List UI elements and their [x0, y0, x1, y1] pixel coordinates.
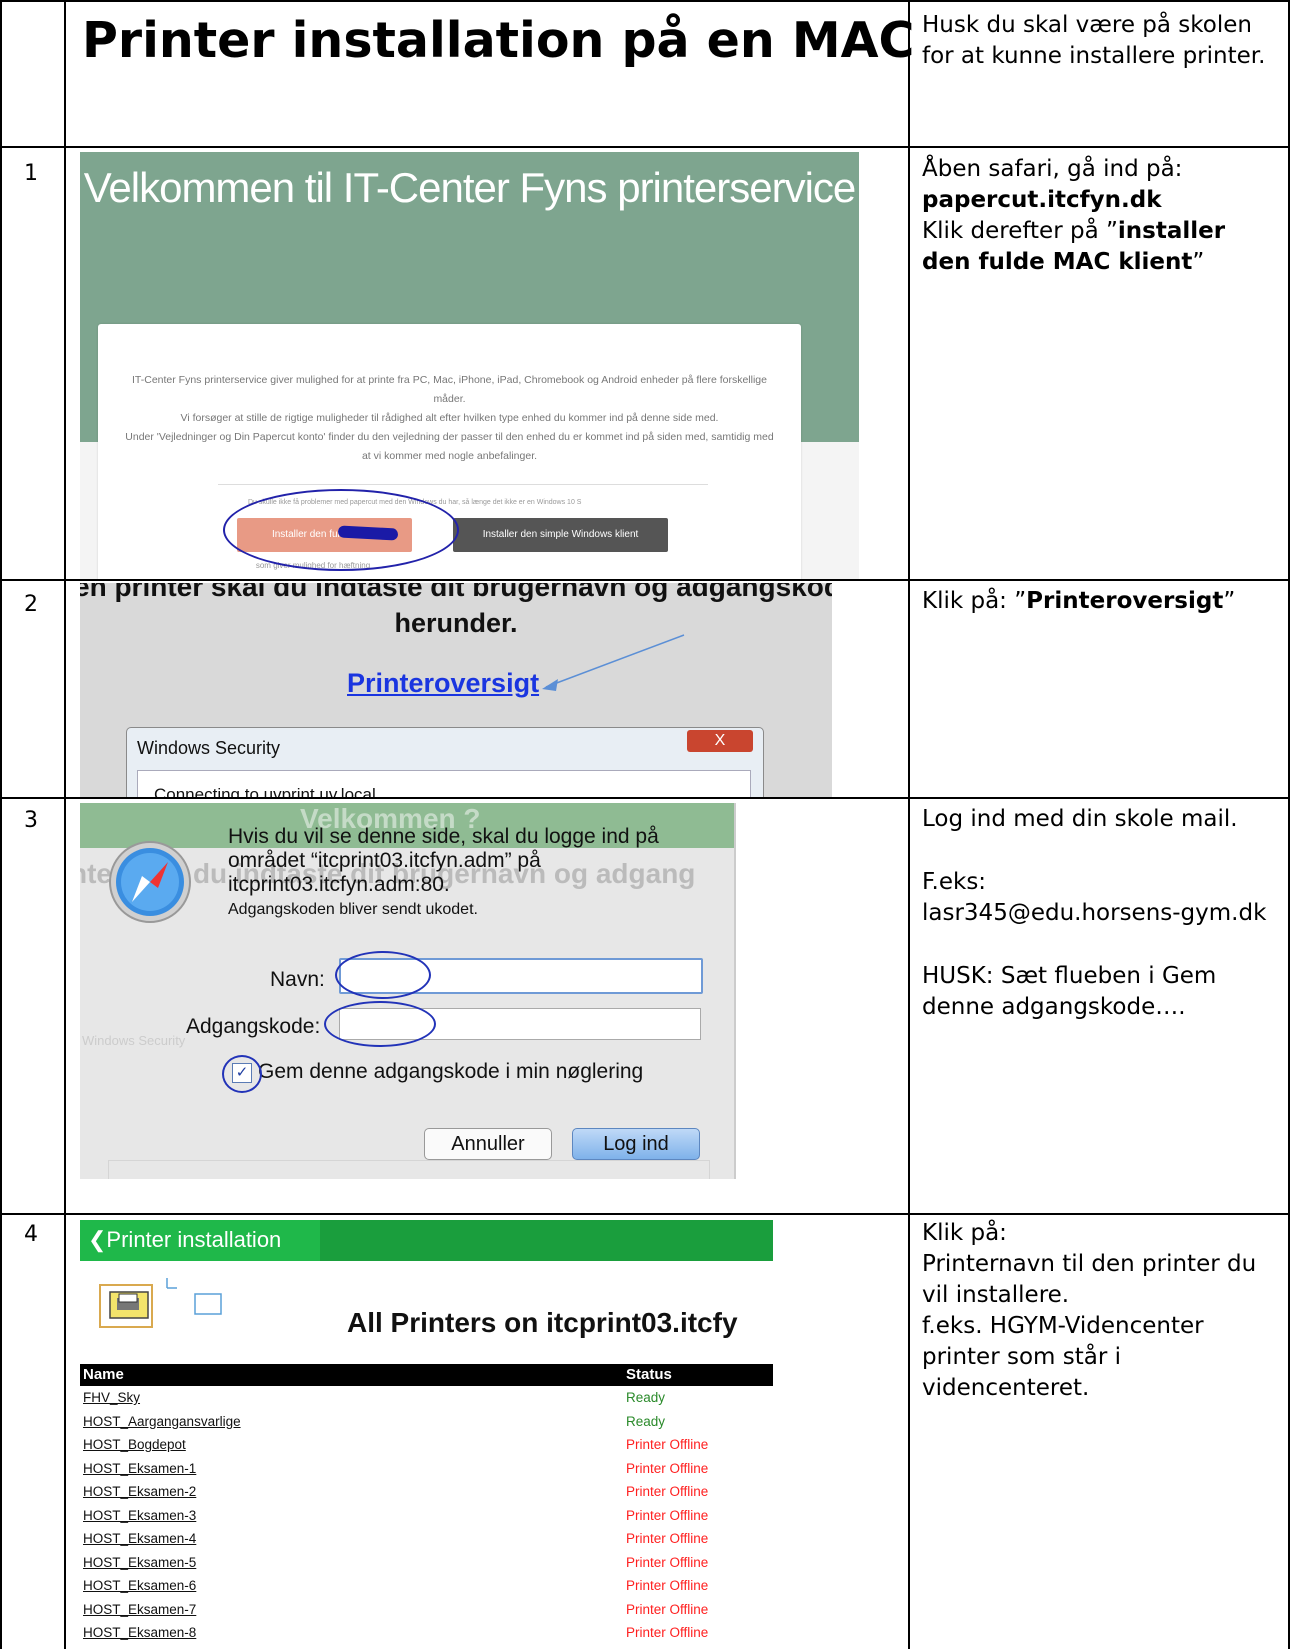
table-row: HOST_Eksamen-7 Printer Offline — [80, 1600, 773, 1624]
step-1-note: Åben safari, gå ind på: papercut.itcfyn.… — [922, 156, 1226, 275]
step-number: 3 — [24, 808, 38, 833]
step-number: 2 — [24, 592, 38, 617]
printer-status: Printer Offline — [626, 1484, 709, 1499]
safari-compass-icon — [109, 841, 191, 923]
background-box — [108, 1160, 710, 1179]
table-border — [0, 1213, 1289, 1215]
printer-status: Printer Offline — [626, 1507, 709, 1523]
table-border — [1288, 0, 1290, 1649]
welcome-heading: Velkommen til IT-Center Fyns printerserv… — [83, 164, 857, 211]
printer-status: Ready — [626, 1413, 666, 1429]
table-border — [0, 0, 2, 1649]
column-name: Name — [83, 1366, 124, 1383]
top-bar: ❮Printer installation — [80, 1220, 773, 1261]
install-simple-client-button[interactable]: Installer den simple Windows klient — [453, 518, 668, 552]
step-number: 4 — [24, 1222, 38, 1247]
highlight-circle — [335, 951, 431, 999]
background-text: Windows Security — [82, 1033, 186, 1048]
printer-name-link[interactable]: HOST_Eksamen-8 — [83, 1625, 196, 1640]
printer-status: Printer Offline — [626, 1554, 709, 1570]
printer-list-heading: All Printers on itcprint03.itcfy — [347, 1307, 738, 1338]
printer-status: Printer Offline — [626, 1531, 709, 1546]
screenshot-printeroversigt: en printer skal du indtaste dit brugerna… — [80, 583, 832, 797]
table-header: Name Status — [80, 1364, 773, 1386]
back-link[interactable]: ❮Printer installation — [88, 1227, 281, 1253]
printer-name-link[interactable]: HOST_Eksamen-2 — [83, 1484, 196, 1499]
printer-name-link[interactable]: HOST_Eksamen-4 — [83, 1531, 196, 1546]
step-2-note: Klik på: ”Printeroversigt” — [922, 588, 1236, 614]
instruction-document: Printer installation på en MAC Husk du s… — [0, 0, 1292, 1649]
table-row: HOST_Eksamen-2 Printer Offline — [80, 1482, 773, 1506]
table-border — [0, 797, 1289, 799]
printer-status: Printer Offline — [626, 1578, 709, 1593]
step-number: 1 — [24, 161, 38, 186]
screenshot-printer-list: ❮Printer installation All Printers on it… — [80, 1220, 773, 1649]
step-3-note: Log ind med din skole mail. F.eks: lasr3… — [922, 806, 1267, 1020]
table-row: HOST_Eksamen-5 Printer Offline — [80, 1553, 773, 1577]
step-4-note: Klik på: Printernavn til den printer du … — [922, 1220, 1257, 1401]
header-note: Husk du skal være på skolen for at kunne… — [922, 12, 1266, 69]
printer-table: FHV_Sky Ready HOST_Aargangansvarlige Ready H… — [80, 1388, 773, 1647]
table-border — [64, 0, 66, 1649]
table-row: HOST_Eksamen-6 Printer Offline — [80, 1576, 773, 1600]
printer-name-link[interactable]: HOST_Eksamen-5 — [83, 1555, 196, 1570]
table-border — [0, 579, 1289, 581]
table-border — [908, 0, 910, 1649]
remember-label: Gem denne adgangskode i min nøglering — [258, 1060, 644, 1083]
login-button[interactable]: Log ind — [572, 1128, 700, 1160]
printer-status: Printer Offline — [626, 1460, 709, 1476]
printer-name-link[interactable]: HOST_Eksamen-3 — [83, 1508, 196, 1523]
divider — [218, 484, 708, 485]
dialog-text: Connecting to uvprint.uv.local. — [154, 785, 381, 797]
printer-status: Printer Offline — [626, 1437, 709, 1452]
printer-status: Ready — [626, 1390, 666, 1405]
screenshot-papercut-welcome: Velkommen til IT-Center Fyns printerserv… — [80, 152, 859, 579]
table-row: HOST_Eksamen-4 Printer Offline — [80, 1529, 773, 1553]
intro-text: IT-Center Fyns printerservice giver muli… — [125, 374, 774, 462]
table-row: HOST_Bogdepot Printer Offline — [80, 1435, 773, 1459]
dialog-title: Windows Security — [137, 738, 281, 758]
name-label: Navn: — [270, 968, 325, 991]
close-icon[interactable]: X — [687, 730, 753, 752]
table-border — [0, 146, 1289, 148]
highlight-circle — [324, 1001, 436, 1047]
printer-name-link[interactable]: HOST_Eksamen-6 — [83, 1578, 196, 1593]
screenshot-login-dialog: Velkommen ? nter skal du indtaste dit br… — [80, 803, 736, 1179]
table-row: HOST_Eksamen-8 Printer Offline — [80, 1623, 773, 1647]
printer-name-link[interactable]: HOST_Aargangansvarlige — [83, 1414, 241, 1429]
password-label: Adgangskode: — [186, 1015, 321, 1038]
table-border — [0, 0, 1289, 2]
highlight-circle — [222, 1055, 262, 1093]
windows-security-dialog: Windows Security X Connecting to uvprint… — [126, 727, 764, 797]
printer-status: Printer Offline — [626, 1625, 709, 1640]
table-row: HOST_Eksamen-1 Printer Offline — [80, 1459, 773, 1483]
dialog-body: Connecting to uvprint.uv.local. — [137, 770, 751, 797]
printer-name-link[interactable]: HOST_Eksamen-7 — [83, 1602, 196, 1617]
cancel-button[interactable]: Annuller — [424, 1128, 552, 1160]
printer-name-link[interactable]: HOST_Eksamen-1 — [83, 1461, 196, 1476]
printer-status: Printer Offline — [626, 1601, 709, 1617]
login-submessage: Adgangskoden bliver sendt ukodet. — [228, 901, 478, 918]
highlight-circle — [223, 489, 459, 571]
printer-name-link[interactable]: HOST_Bogdepot — [83, 1437, 186, 1452]
page-title: Printer installation på en MAC — [82, 12, 915, 69]
column-status: Status — [626, 1366, 672, 1383]
printer-folder-icon — [99, 1278, 222, 1328]
table-row: FHV_Sky Ready — [80, 1388, 773, 1412]
table-row: HOST_Eksamen-3 Printer Offline — [80, 1506, 773, 1530]
table-row: HOST_Aargangansvarlige Ready — [80, 1412, 773, 1436]
login-message: Hvis du vil se denne side, skal du logge… — [228, 825, 659, 896]
printer-name-link[interactable]: FHV_Sky — [83, 1390, 140, 1405]
info-panel: IT-Center Fyns printerservice giver muli… — [98, 324, 801, 579]
